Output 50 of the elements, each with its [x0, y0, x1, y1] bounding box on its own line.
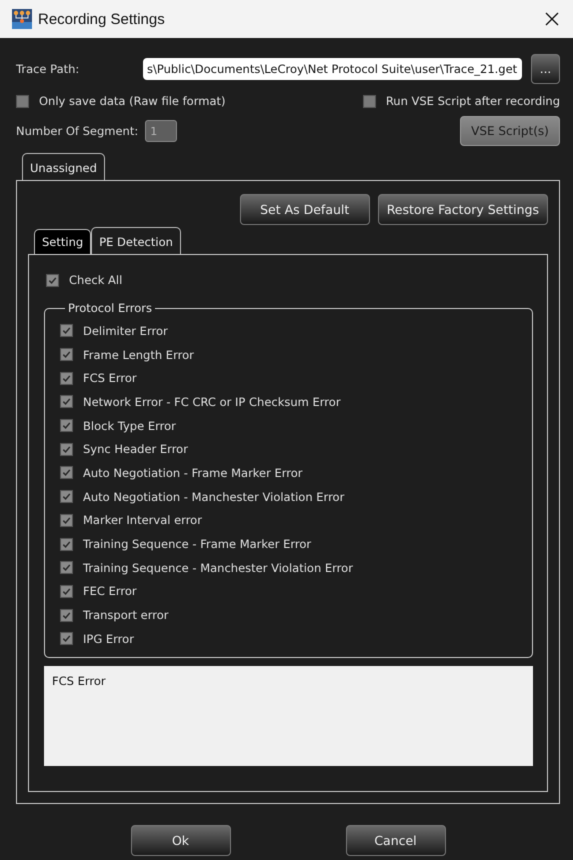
checkbox-label: Block Type Error [83, 418, 176, 433]
checkbox-label: Training Sequence - Manchester Violation Error [83, 560, 353, 575]
checkbox-label: Network Error - FC CRC or IP Checksum Error [83, 394, 341, 409]
checkbox[interactable] [60, 372, 73, 385]
checkbox-label: Marker Interval error [83, 513, 202, 528]
checkbox[interactable] [60, 348, 73, 362]
checkbox[interactable] [60, 442, 73, 456]
checkbox[interactable] [60, 490, 73, 504]
description-text: FCS Error [52, 674, 106, 688]
tab[interactable]: Setting [34, 229, 92, 254]
checkbox-label: Frame Length Error [83, 348, 194, 362]
action-button[interactable]: Restore Factory Settings [378, 194, 548, 225]
checkbox-label: IPG Error [83, 632, 134, 646]
field-label: Number Of Segment: [16, 124, 138, 138]
checkbox-label: Sync Header Error [83, 442, 188, 456]
checkbox[interactable] [60, 561, 73, 574]
checkbox[interactable] [60, 514, 73, 527]
checkbox-label: Check All [69, 273, 122, 287]
checkbox[interactable] [60, 608, 73, 622]
checkbox-label: Auto Negotiation - Manchester Violation Error [83, 490, 344, 504]
dialog-button[interactable]: Cancel [346, 825, 446, 856]
checkbox-label: Run VSE Script after recording [386, 94, 560, 108]
field-label: Trace Path: [16, 62, 80, 76]
checkbox[interactable] [60, 584, 73, 598]
checkbox-label: Training Sequence - Frame Marker Error [83, 537, 312, 552]
action-button[interactable]: Set As Default [240, 194, 370, 225]
checkbox-label: FEC Error [83, 584, 137, 598]
checkbox[interactable] [60, 466, 73, 480]
checkbox-label: Auto Negotiation - Frame Marker Error [83, 466, 303, 480]
tab[interactable]: Unassigned [22, 153, 105, 180]
close-icon[interactable] [545, 12, 559, 26]
app-icon [12, 9, 32, 29]
path-field[interactable]: s\Public\Documents\LeCroy\Net Protocol Suite\user\Trace_21.get [143, 58, 522, 80]
checkbox[interactable] [60, 324, 73, 338]
window-title: Recording Settings [38, 10, 166, 28]
checkbox[interactable] [60, 419, 73, 432]
checkbox[interactable] [16, 94, 29, 108]
checkbox[interactable] [60, 538, 73, 551]
dialog-button[interactable]: Ok [130, 825, 230, 856]
checkbox[interactable] [60, 395, 73, 408]
checkbox[interactable] [362, 94, 376, 108]
browse-button[interactable]: ... [531, 54, 560, 84]
checkbox[interactable] [60, 632, 73, 646]
checkbox-label: FCS Error [83, 371, 137, 386]
checkbox[interactable] [46, 274, 59, 286]
group-title: Protocol Errors [67, 301, 154, 315]
tab[interactable]: PE Detection [91, 227, 181, 254]
checkbox-label: Transport error [83, 608, 168, 622]
checkbox-label: Only save data (Raw file format) [39, 94, 226, 108]
checkbox-label: Delimiter Error [83, 324, 168, 338]
